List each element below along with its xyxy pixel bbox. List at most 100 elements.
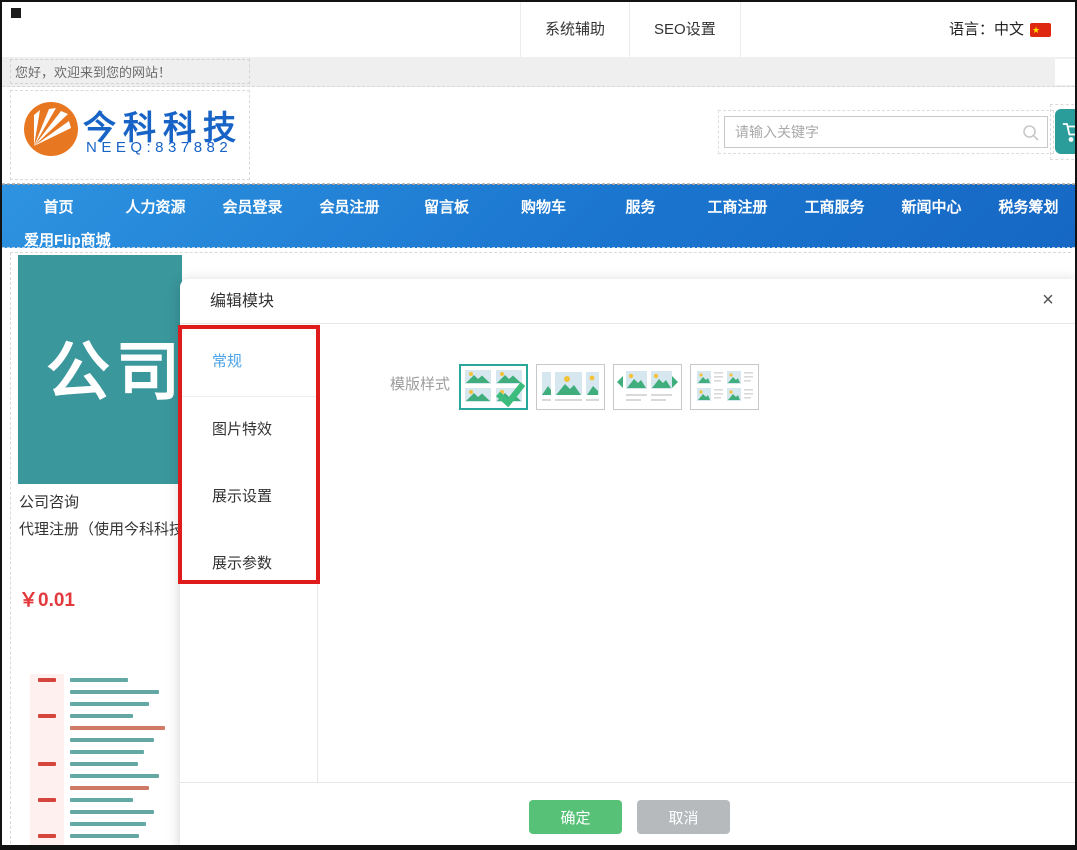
nav-item-services[interactable]: 服务 [592,195,689,221]
admin-tabs: 系统辅助 SEO设置 [520,2,741,57]
search-icon[interactable] [1021,123,1041,143]
product-name[interactable]: 代理注册（使用今科科技提 [19,518,182,539]
dialog-header: 编辑模块 × [180,279,1077,324]
nav-item-hr[interactable]: 人力资源 [107,195,204,221]
welcome-right-box [1055,59,1077,85]
nav-item-member-register[interactable]: 会员注册 [301,195,398,221]
poster-row [30,686,182,698]
close-icon[interactable]: × [1035,287,1061,313]
poster-text-line [70,738,154,742]
tab-display-params[interactable]: 展示参数 [212,553,272,575]
logo-subtitle: NEEQ:837882 [86,139,232,156]
nav-item-news-center[interactable]: 新闻中心 [883,195,980,221]
poster-label [38,714,56,718]
search-region [718,110,1054,154]
poster-row [30,734,182,746]
template-option-banner-carousel[interactable] [536,364,605,410]
nav-item-business-services[interactable]: 工商服务 [786,195,883,221]
nav-item-cart[interactable]: 购物车 [495,195,592,221]
language-label: 语言：中文 [949,21,1024,38]
dialog-title: 编辑模块 [210,279,274,324]
nav-item-flip-mall[interactable]: 爱用Flip商城 [24,229,111,250]
nav-item-home[interactable]: 首页 [10,195,107,221]
template-option-arrow-carousel[interactable] [613,364,682,410]
search-box [724,116,1048,148]
poster-row [30,794,182,806]
confirm-button[interactable]: 确定 [529,800,622,834]
cart-button[interactable] [1055,109,1077,154]
poster-text-line [70,810,154,814]
cart-icon [1061,120,1077,144]
logo-sunburst-icon [23,101,79,157]
tab-general[interactable]: 常规 [212,351,242,373]
poster-row [30,698,182,710]
dialog-sidebar: 常规 图片特效 展示设置 展示参数 [180,324,318,782]
poster-text-line [70,750,144,754]
tab-seo-settings[interactable]: SEO设置 [630,2,741,57]
dialog-buttons: 确定 取消 [180,800,1077,834]
poster-row [30,722,182,734]
nav-item-business-register[interactable]: 工商注册 [689,195,786,221]
tab-image-effects[interactable]: 图片特效 [212,419,272,441]
poster-text-line [70,822,146,826]
poster-text-line [70,834,139,838]
poster-text-line [70,798,133,802]
poster-row [30,782,182,794]
service-table-image [30,674,182,850]
welcome-message: 您好，欢迎来到您的网站！ [10,59,250,84]
template-option-list-2x2[interactable] [690,364,759,410]
poster-row [30,746,182,758]
poster-row [30,818,182,830]
template-option-grid-2x2[interactable] [459,364,528,410]
poster-text-line [70,774,159,778]
poster-row [30,806,182,818]
corner-marker [11,8,21,18]
footer-divider [180,782,1077,783]
language-switcher[interactable]: 语言：中文 ★ [949,2,1051,57]
poster-text-line [70,714,133,718]
tab-display-settings[interactable]: 展示设置 [212,486,272,508]
welcome-bar: 您好，欢迎来到您的网站！ [2,57,1075,87]
template-list-2x2-icon [693,367,756,407]
sidebar-divider [180,396,317,397]
poster-text-line [70,726,165,730]
template-arrow-carousel-icon [616,367,679,407]
poster-text-line [70,702,149,706]
poster-row [30,710,182,722]
cancel-button[interactable]: 取消 [637,800,730,834]
poster-row [30,830,182,842]
top-bar: 系统辅助 SEO设置 语言：中文 ★ [2,2,1075,57]
poster-label [38,834,56,838]
edit-module-dialog: 编辑模块 × 常规 图片特效 展示设置 展示参数 模版样式 [180,279,1077,850]
search-input[interactable] [725,117,1047,147]
poster-label [38,798,56,802]
tab-system-assist[interactable]: 系统辅助 [520,2,630,57]
poster-label [38,678,56,682]
template-options [459,364,767,410]
poster-text-line [70,678,128,682]
poster-text-line [70,786,149,790]
poster-label [38,762,56,766]
product-price: ￥0.01 [19,585,75,612]
nav-row-1: 首页 人力资源 会员登录 会员注册 留言板 购物车 服务 工商注册 工商服务 新… [10,195,1077,221]
product-image[interactable]: 公司核名 [18,255,182,484]
main-nav: 首页 人力资源 会员登录 会员注册 留言板 购物车 服务 工商注册 工商服务 新… [2,184,1075,248]
poster-row [30,770,182,782]
product-image-text: 公司核名 [46,321,182,413]
nav-item-member-login[interactable]: 会员登录 [204,195,301,221]
logo-region[interactable]: 今科科技 NEEQ:837882 [10,90,250,180]
page: 系统辅助 SEO设置 语言：中文 ★ 您好，欢迎来到您的网站！ 今科科技 NEEQ… [0,0,1077,850]
poster-row [30,674,182,686]
poster-text-line [70,762,138,766]
template-style-label: 模版样式 [390,373,450,394]
cart-region [1050,104,1077,160]
nav-item-message-board[interactable]: 留言板 [398,195,495,221]
china-flag-icon: ★ [1030,23,1051,37]
template-banner-carousel-icon [539,367,602,407]
product-category: 公司咨询 [19,491,79,512]
poster-text-line [70,690,159,694]
site-header: 今科科技 NEEQ:837882 [2,87,1075,184]
nav-item-tax-planning[interactable]: 税务筹划 [980,195,1077,221]
template-grid-2x2-icon [462,367,525,407]
poster-row [30,758,182,770]
